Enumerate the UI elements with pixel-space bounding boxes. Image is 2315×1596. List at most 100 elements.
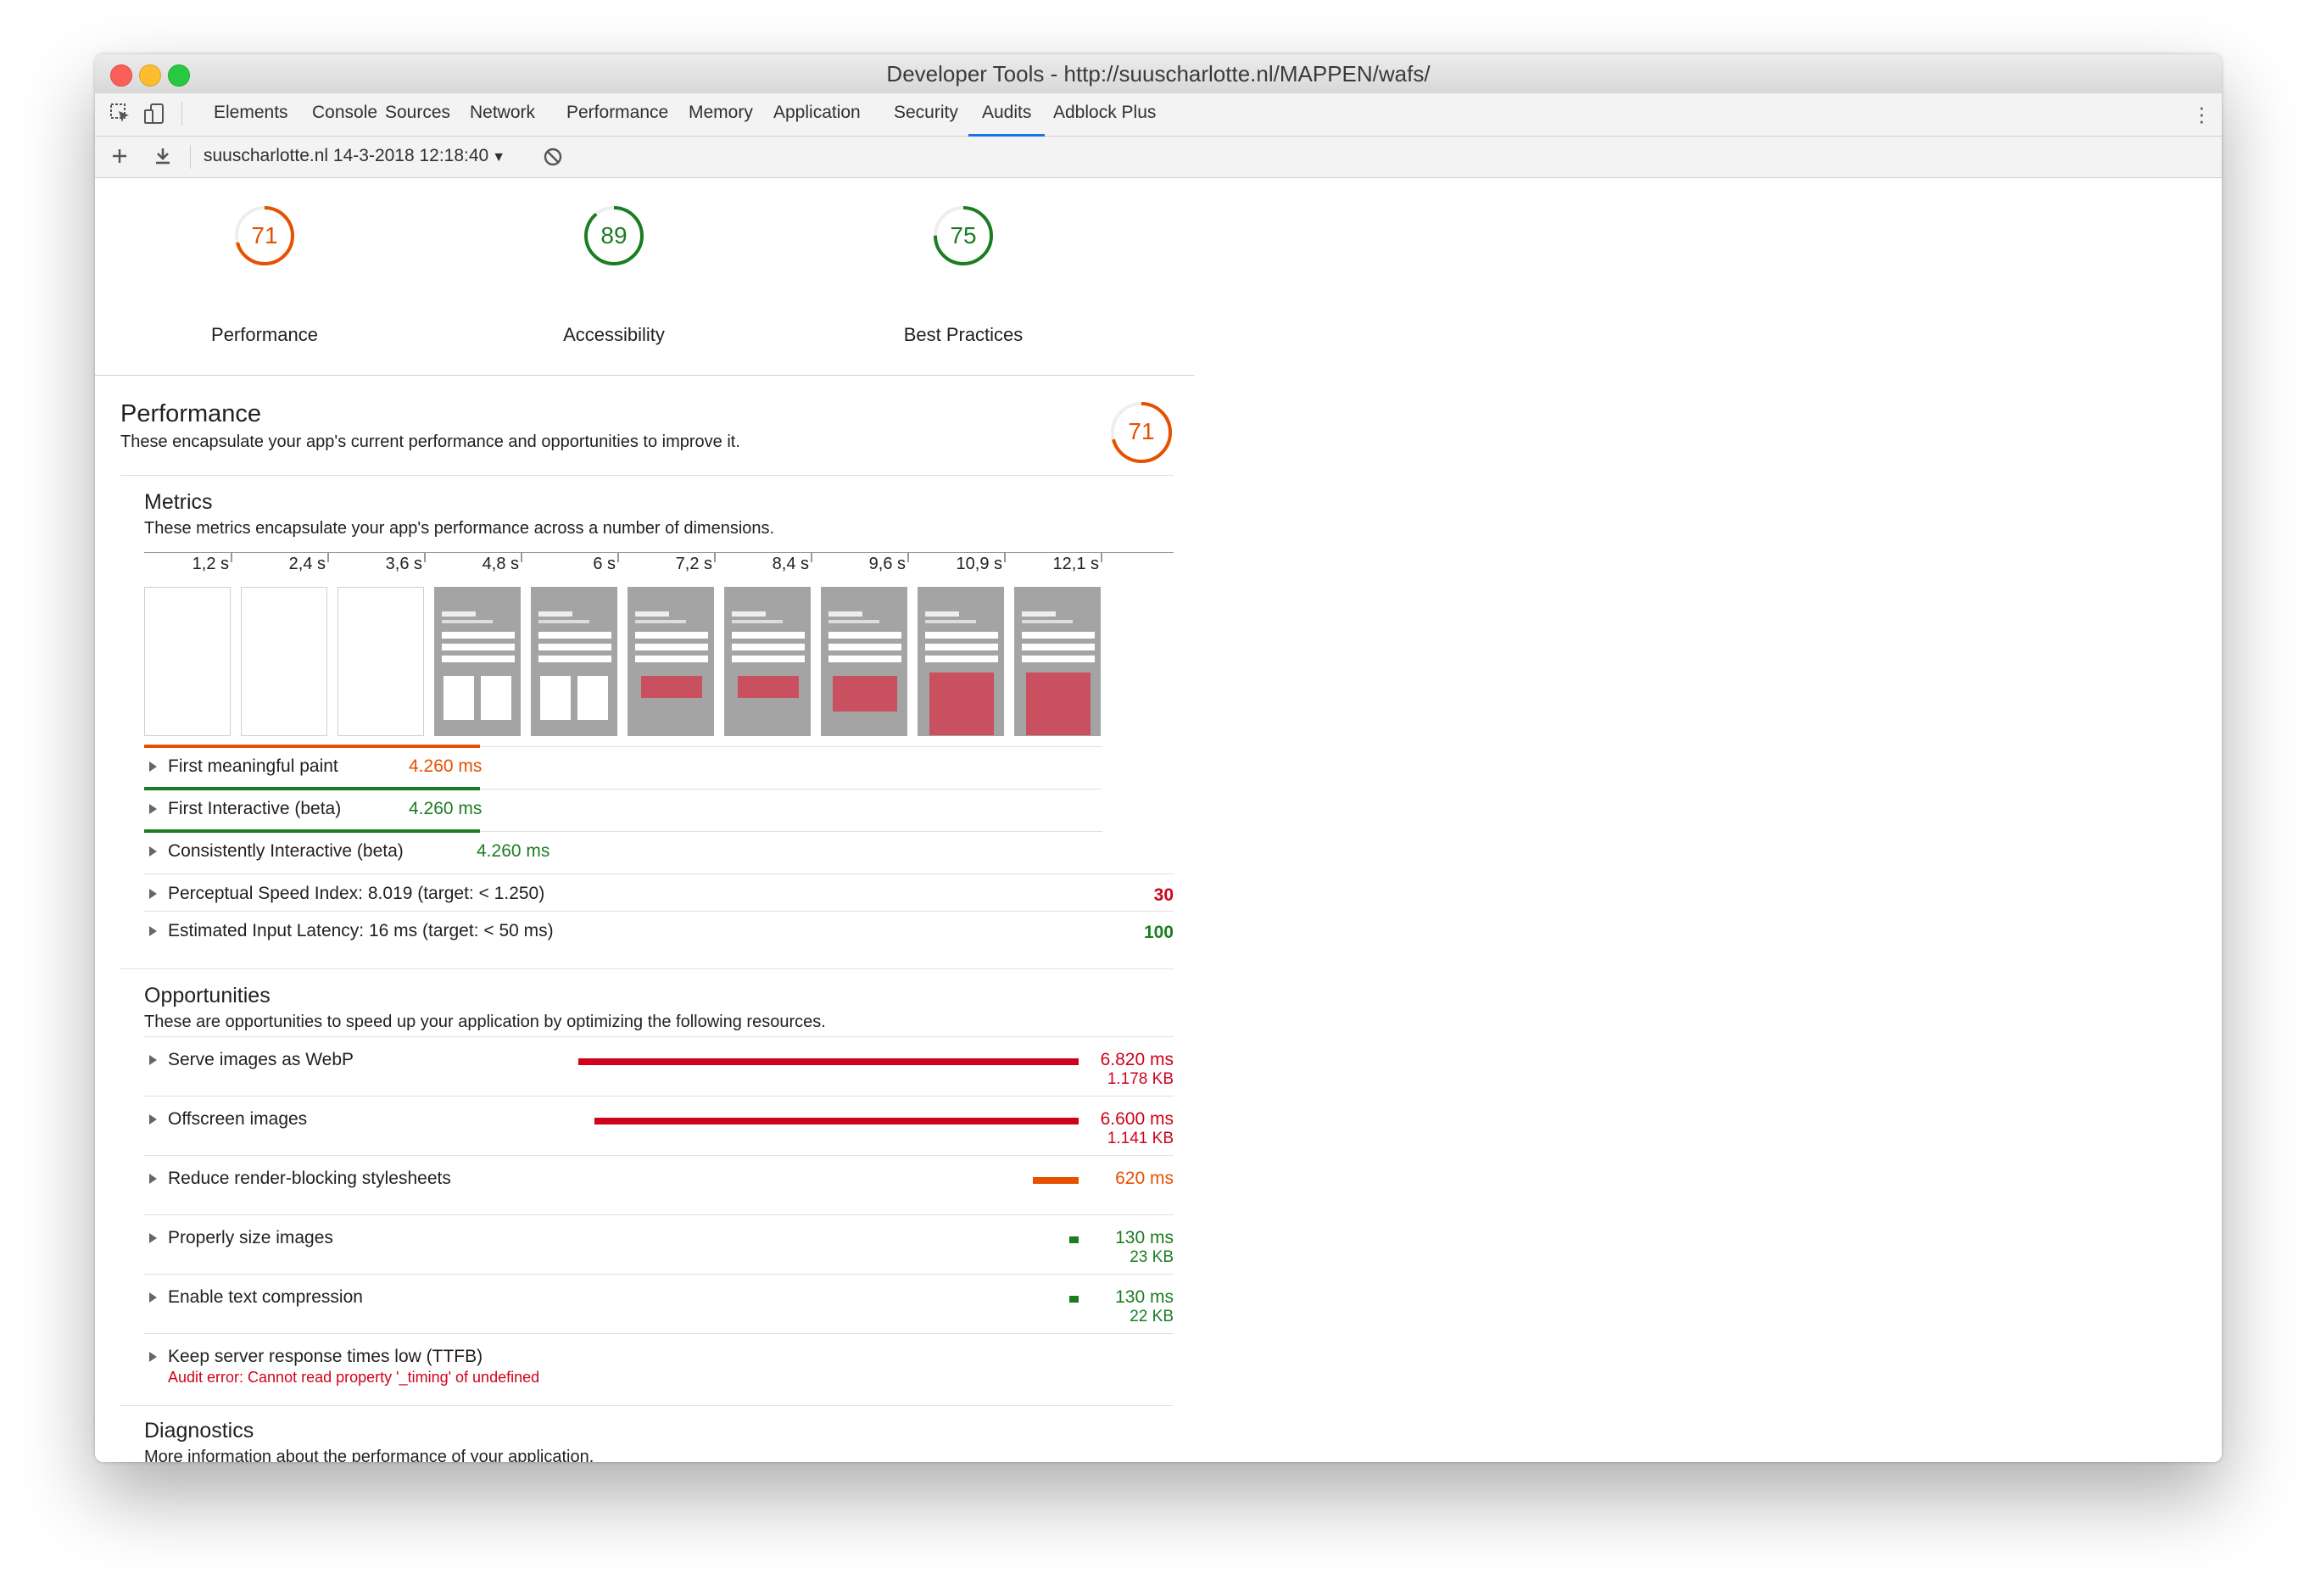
thumbnail-block <box>442 644 515 650</box>
thumbnail-block <box>732 632 805 639</box>
title-bar: Developer Tools - http://suuscharlotte.n… <box>95 54 2222 94</box>
row-divider <box>144 1333 1174 1334</box>
opportunity-label[interactable]: Serve images as WebP <box>168 1050 354 1070</box>
opportunity-label[interactable]: Keep server response times low (TTFB) <box>168 1347 483 1367</box>
thumbnail-block <box>828 620 879 623</box>
diagnostics-title: Diagnostics <box>144 1419 254 1443</box>
expand-caret-icon[interactable] <box>149 889 157 899</box>
device-toolbar-icon[interactable] <box>142 102 166 126</box>
thumbnail-block <box>732 611 766 617</box>
toolbar-divider <box>190 145 191 169</box>
opportunity-label[interactable]: Properly size images <box>168 1228 333 1248</box>
expand-caret-icon[interactable] <box>149 1292 157 1303</box>
clear-all-icon[interactable] <box>543 147 563 167</box>
report-select-label: suuscharlotte.nl 14-3-2018 12:18:40 <box>204 146 489 165</box>
tab-console[interactable]: Console <box>312 93 377 134</box>
expand-caret-icon[interactable] <box>149 1174 157 1184</box>
thumbnail-block <box>635 611 669 617</box>
expand-caret-icon[interactable] <box>149 1233 157 1243</box>
opportunity-kb: 23 KB <box>1130 1248 1174 1266</box>
tab-network[interactable]: Network <box>470 93 535 134</box>
thumbnail-block <box>925 644 998 650</box>
filmstrip-tick <box>1101 552 1102 562</box>
devtools-window: Developer Tools - http://suuscharlotte.n… <box>95 54 2222 1462</box>
metric-label[interactable]: First meaningful paint <box>168 756 338 777</box>
filmstrip-tick-label: 4,8 s <box>482 555 519 573</box>
filmstrip-frame <box>1014 587 1101 736</box>
opportunity-label[interactable]: Enable text compression <box>168 1287 363 1308</box>
row-divider <box>144 1036 1174 1037</box>
audit-report: 71 Performance 89 Accessibility 75 Best Pract… <box>95 178 1194 1462</box>
opportunity-label[interactable]: Reduce render-blocking stylesheets <box>168 1169 451 1189</box>
opportunity-label[interactable]: Offscreen images <box>168 1109 307 1130</box>
expand-caret-icon[interactable] <box>149 846 157 857</box>
row-divider <box>144 1096 1174 1097</box>
filmstrip-tick-label: 8,4 s <box>772 555 809 573</box>
expand-caret-icon[interactable] <box>149 762 157 772</box>
metric-label[interactable]: First Interactive (beta) <box>168 799 341 819</box>
metric-bar <box>144 787 480 790</box>
filmstrip-axis <box>144 552 1174 553</box>
expand-caret-icon[interactable] <box>149 1352 157 1362</box>
filmstrip-tick-label: 2,4 s <box>288 555 326 573</box>
thumbnail-block <box>481 676 511 720</box>
thumbnail-image <box>641 676 702 698</box>
thumbnail-block <box>828 632 901 639</box>
thumbnail-block <box>442 611 476 617</box>
opportunity-kb: 1.141 KB <box>1107 1130 1174 1147</box>
filmstrip-frame <box>434 587 521 736</box>
tab-sources[interactable]: Sources <box>385 93 450 134</box>
row-divider <box>144 1274 1174 1275</box>
tab-performance[interactable]: Performance <box>566 93 668 134</box>
gauge-label: Accessibility <box>563 324 665 345</box>
opportunity-kb: 1.178 KB <box>1107 1070 1174 1088</box>
download-report-icon[interactable] <box>153 146 173 166</box>
metric-label[interactable]: Perceptual Speed Index: 8.019 (target: <… <box>168 884 544 904</box>
tab-audits[interactable]: Audits <box>968 93 1046 137</box>
metric-label[interactable]: Estimated Input Latency: 16 ms (target: … <box>168 921 554 941</box>
toolbar-divider <box>181 102 182 126</box>
expand-caret-icon[interactable] <box>149 1114 157 1124</box>
filmstrip <box>144 587 1102 736</box>
thumbnail-block <box>442 620 493 623</box>
thumbnail-block <box>925 632 998 639</box>
gauge-label: Best Practices <box>903 324 1024 345</box>
tab-elements[interactable]: Elements <box>214 93 288 134</box>
tab-memory[interactable]: Memory <box>689 93 753 134</box>
window-title: Developer Tools - http://suuscharlotte.n… <box>886 61 1431 86</box>
performance-score: 71 <box>1128 418 1155 444</box>
tab-adblock-plus[interactable]: Adblock Plus <box>1053 93 1156 134</box>
thumbnail-block <box>443 676 474 720</box>
metric-label[interactable]: Consistently Interactive (beta) <box>168 841 404 862</box>
thumbnail-block <box>538 632 611 639</box>
row-divider <box>144 1155 1174 1156</box>
filmstrip-frame <box>724 587 811 736</box>
expand-caret-icon[interactable] <box>149 1055 157 1065</box>
more-options-icon[interactable]: · · · <box>2198 96 2206 131</box>
expand-caret-icon[interactable] <box>149 804 157 814</box>
thumbnail-block <box>925 611 959 617</box>
filmstrip-tick-label: 9,6 s <box>868 555 906 573</box>
report-select[interactable]: suuscharlotte.nl 14-3-2018 12:18:40 ▼ <box>204 146 505 166</box>
opportunity-bar <box>1069 1236 1079 1243</box>
metric-bar <box>144 829 480 833</box>
filmstrip-frame <box>628 587 714 736</box>
opportunity-ms: 130 ms <box>1115 1287 1174 1307</box>
filmstrip-tick-label: 7,2 s <box>675 555 712 573</box>
gauges-divider <box>95 375 1194 376</box>
new-audit-icon[interactable] <box>110 147 129 165</box>
chevron-down-icon: ▼ <box>492 150 506 165</box>
tab-security[interactable]: Security <box>894 93 958 134</box>
thumbnail-block <box>442 632 515 639</box>
section-divider <box>120 1405 1174 1406</box>
metric-score: 30 <box>1153 885 1174 905</box>
row-divider <box>144 911 1174 912</box>
inspect-element-icon[interactable] <box>109 102 132 126</box>
diagnostics-description: More information about the performance o… <box>144 1448 594 1462</box>
opportunity-ms: 130 ms <box>1115 1228 1174 1247</box>
thumbnail-block <box>635 656 708 662</box>
tab-application[interactable]: Application <box>773 93 861 134</box>
thumbnail-image <box>833 676 897 712</box>
expand-caret-icon[interactable] <box>149 926 157 936</box>
metric-value: 4.260 ms <box>409 799 483 818</box>
